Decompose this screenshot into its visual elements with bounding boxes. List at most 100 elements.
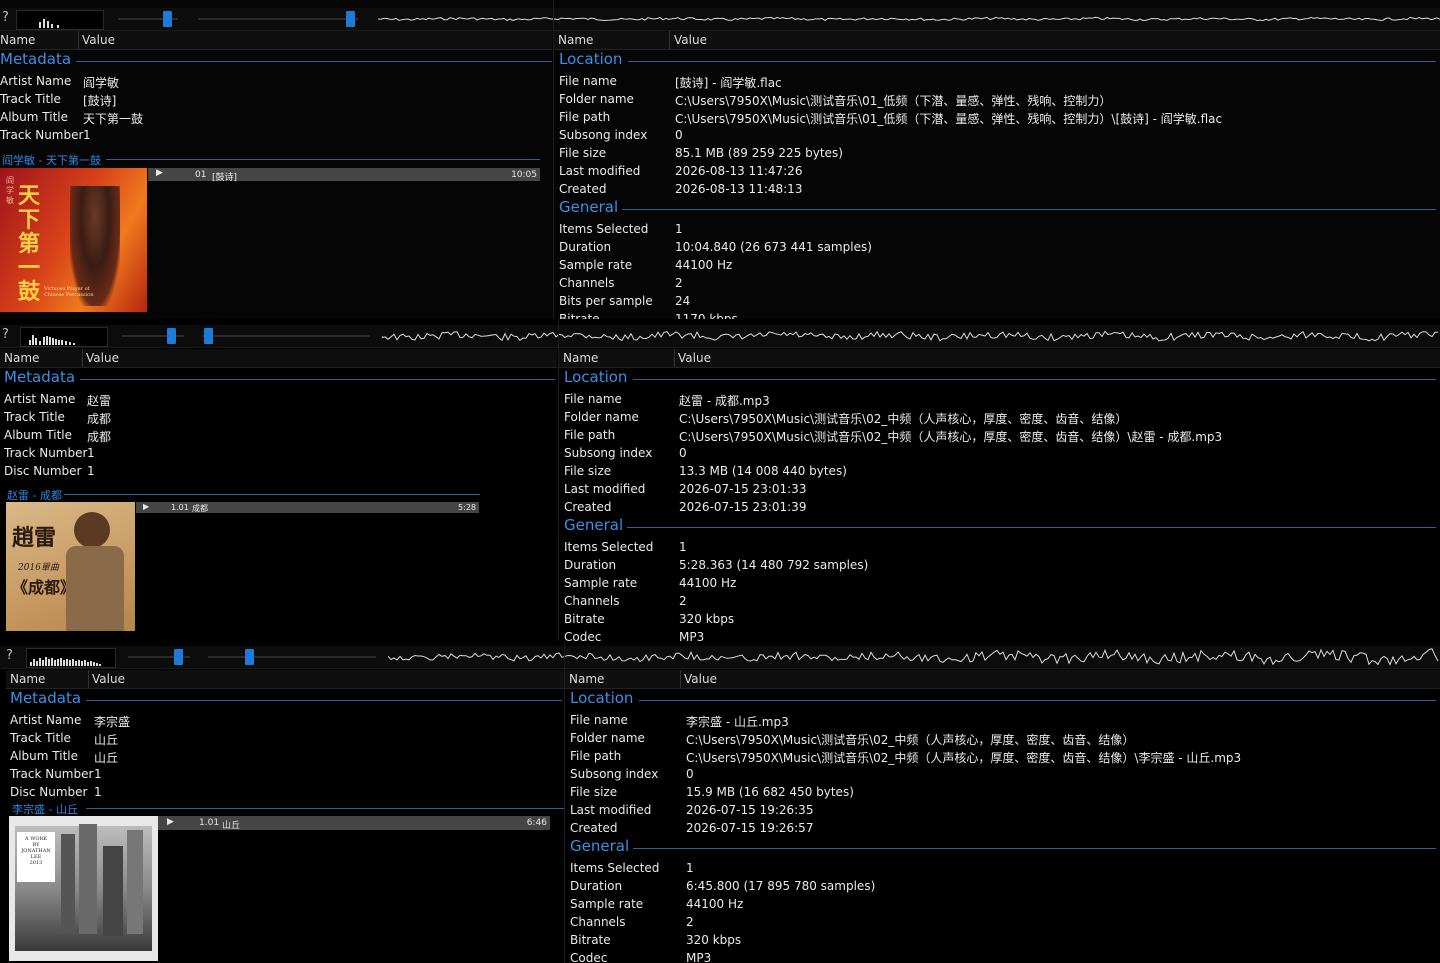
property-value: 2026-07-15 19:26:35 [686, 803, 814, 817]
property-name: File name [564, 392, 622, 406]
property-value: 2026-08-13 11:47:26 [675, 164, 803, 178]
property-value: 赵雷 - 成都.mp3 [679, 394, 770, 408]
left-column-header[interactable]: Name Value [0, 31, 552, 50]
property-name: Bits per sample [559, 294, 653, 308]
location-heading: Location [564, 368, 628, 386]
help-icon[interactable]: ? [2, 10, 9, 25]
metadata-row: Disc Number 1 [6, 783, 564, 801]
property-name: Created [559, 182, 607, 196]
property-value: 2 [686, 915, 694, 929]
playlist-row[interactable]: ▶ 1.01 成都 5:28 [136, 502, 479, 513]
property-value: C:\Users\7950X\Music\测试音乐\02_中频（人声核心，厚度、… [679, 430, 1223, 444]
seek-track[interactable] [202, 335, 370, 337]
track-duration: 5:28 [458, 503, 476, 512]
property-value: 2026-08-13 11:48:13 [675, 182, 803, 196]
property-name: File size [564, 464, 612, 478]
playlist-row[interactable]: ▶ 1.01 山丘 6:46 [158, 816, 550, 831]
track-title: [鼓诗] [212, 173, 238, 183]
property-value: 13.3 MB (14 008 440 bytes) [679, 464, 847, 478]
location-row: File name 李宗盛 - 山丘.mp3 [565, 711, 1440, 729]
left-column-header[interactable]: Name Value [0, 349, 557, 368]
location-row: File name [鼓诗] - 阎学敏.flac [554, 72, 1440, 90]
value-column-label: Value [674, 33, 707, 47]
waveform-seekbar[interactable] [382, 326, 1440, 346]
property-name: Last modified [559, 164, 641, 178]
general-row: Bitrate 320 kbps [565, 931, 1440, 949]
property-name: Artist Name [4, 392, 76, 406]
property-name: Album Title [10, 749, 78, 763]
metadata-row: Disc Number 1 [0, 462, 557, 480]
property-name: Track Title [4, 410, 65, 424]
property-name: File path [570, 749, 622, 763]
metadata-row: Artist Name 李宗盛 [6, 711, 564, 729]
property-name: Subsong index [570, 767, 659, 781]
property-value: C:\Users\7950X\Music\测试音乐\01_低频（下潜、量感、弹性… [675, 112, 1223, 126]
volume-slider-thumb[interactable] [163, 11, 172, 27]
album-group-header[interactable]: 李宗盛 - 山丘 [6, 801, 564, 816]
volume-slider-thumb[interactable] [167, 328, 176, 344]
property-name: File path [559, 110, 611, 124]
property-value: 1 [94, 785, 102, 799]
right-column-header[interactable]: Name Value [554, 31, 1440, 50]
location-row: File size 13.3 MB (14 008 440 bytes) [559, 462, 1440, 480]
playlist-row[interactable]: ▶ 01 [鼓诗] 10:05 [148, 168, 540, 183]
property-value: C:\Users\7950X\Music\测试音乐\01_低频（下潜、量感、弹性… [675, 94, 1112, 108]
property-value: [鼓诗] - 阎学敏.flac [675, 76, 782, 90]
seek-slider-thumb[interactable] [245, 649, 254, 665]
general-row: Duration 6:45.800 (17 895 780 samples) [565, 877, 1440, 895]
location-row: File size 15.9 MB (16 682 450 bytes) [565, 783, 1440, 801]
metadata-row: Album Title 山丘 [6, 747, 564, 765]
toolbar-2: ? [0, 325, 1440, 348]
album-group-header[interactable]: 阎学敏 - 天下第一鼓 [0, 152, 540, 167]
play-icon[interactable]: ▶ [156, 168, 163, 178]
metadata-row: Track Number 1 [0, 128, 91, 142]
track-index: 01 [195, 170, 207, 180]
general-row: Sample rate 44100 Hz [554, 256, 1440, 274]
general-section: General [559, 516, 1440, 536]
property-value: 15.9 MB (16 682 450 bytes) [686, 785, 854, 799]
property-name: Disc Number [4, 464, 82, 478]
name-column-label: Name [4, 351, 40, 365]
waveform-seekbar[interactable] [378, 9, 1440, 29]
right-column-header[interactable]: Name Value [565, 670, 1440, 689]
general-row: Bitrate 1170 kbps [554, 310, 1440, 319]
help-icon[interactable]: ? [6, 648, 13, 663]
play-icon[interactable]: ▶ [167, 817, 174, 827]
location-row: File path C:\Users\7950X\Music\测试音乐\02_中频… [565, 747, 1440, 765]
property-value: 0 [686, 767, 694, 781]
volume-slider-thumb[interactable] [174, 649, 183, 665]
property-name: Items Selected [564, 540, 654, 554]
album-group-header[interactable]: 赵雷 - 成都 [0, 487, 480, 502]
toolbar-1: ? [0, 8, 1440, 31]
metadata-row: Album Title 成都 [0, 426, 557, 444]
play-icon[interactable]: ▶ [143, 502, 149, 511]
property-value: 44100 Hz [686, 897, 744, 911]
seek-slider-thumb[interactable] [204, 328, 213, 344]
location-section: Location [565, 689, 1440, 709]
general-row: Channels 2 [565, 913, 1440, 931]
property-value: 85.1 MB (89 259 225 bytes) [675, 146, 843, 160]
name-column-label: Name [558, 33, 594, 47]
property-value: 1 [686, 861, 694, 875]
property-value: 44100 Hz [679, 576, 737, 590]
left-column-header[interactable]: Name Value [6, 670, 564, 689]
waveform-seekbar[interactable] [388, 647, 1440, 667]
property-value: 2026-07-15 19:26:57 [686, 821, 814, 835]
location-row: Last modified 2026-07-15 19:26:35 [565, 801, 1440, 819]
metadata-section: Metadata [0, 50, 552, 70]
property-name: Codec [564, 630, 602, 641]
metadata-row: Track Number 1 [0, 444, 557, 462]
help-icon[interactable]: ? [2, 327, 9, 342]
property-value: 李宗盛 - 山丘.mp3 [686, 715, 789, 729]
seek-track[interactable] [208, 656, 376, 658]
seek-track[interactable] [198, 18, 358, 20]
general-row: Channels 2 [559, 592, 1440, 610]
general-row: Codec MP3 [559, 628, 1440, 641]
value-column-label: Value [684, 672, 717, 686]
right-column-header[interactable]: Name Value [559, 349, 1440, 368]
property-name: Channels [564, 594, 620, 608]
metadata-heading: Metadata [0, 50, 72, 68]
seek-slider-thumb[interactable] [346, 11, 355, 27]
property-value: 2 [679, 594, 687, 608]
location-row: Subsong index 0 [554, 126, 1440, 144]
